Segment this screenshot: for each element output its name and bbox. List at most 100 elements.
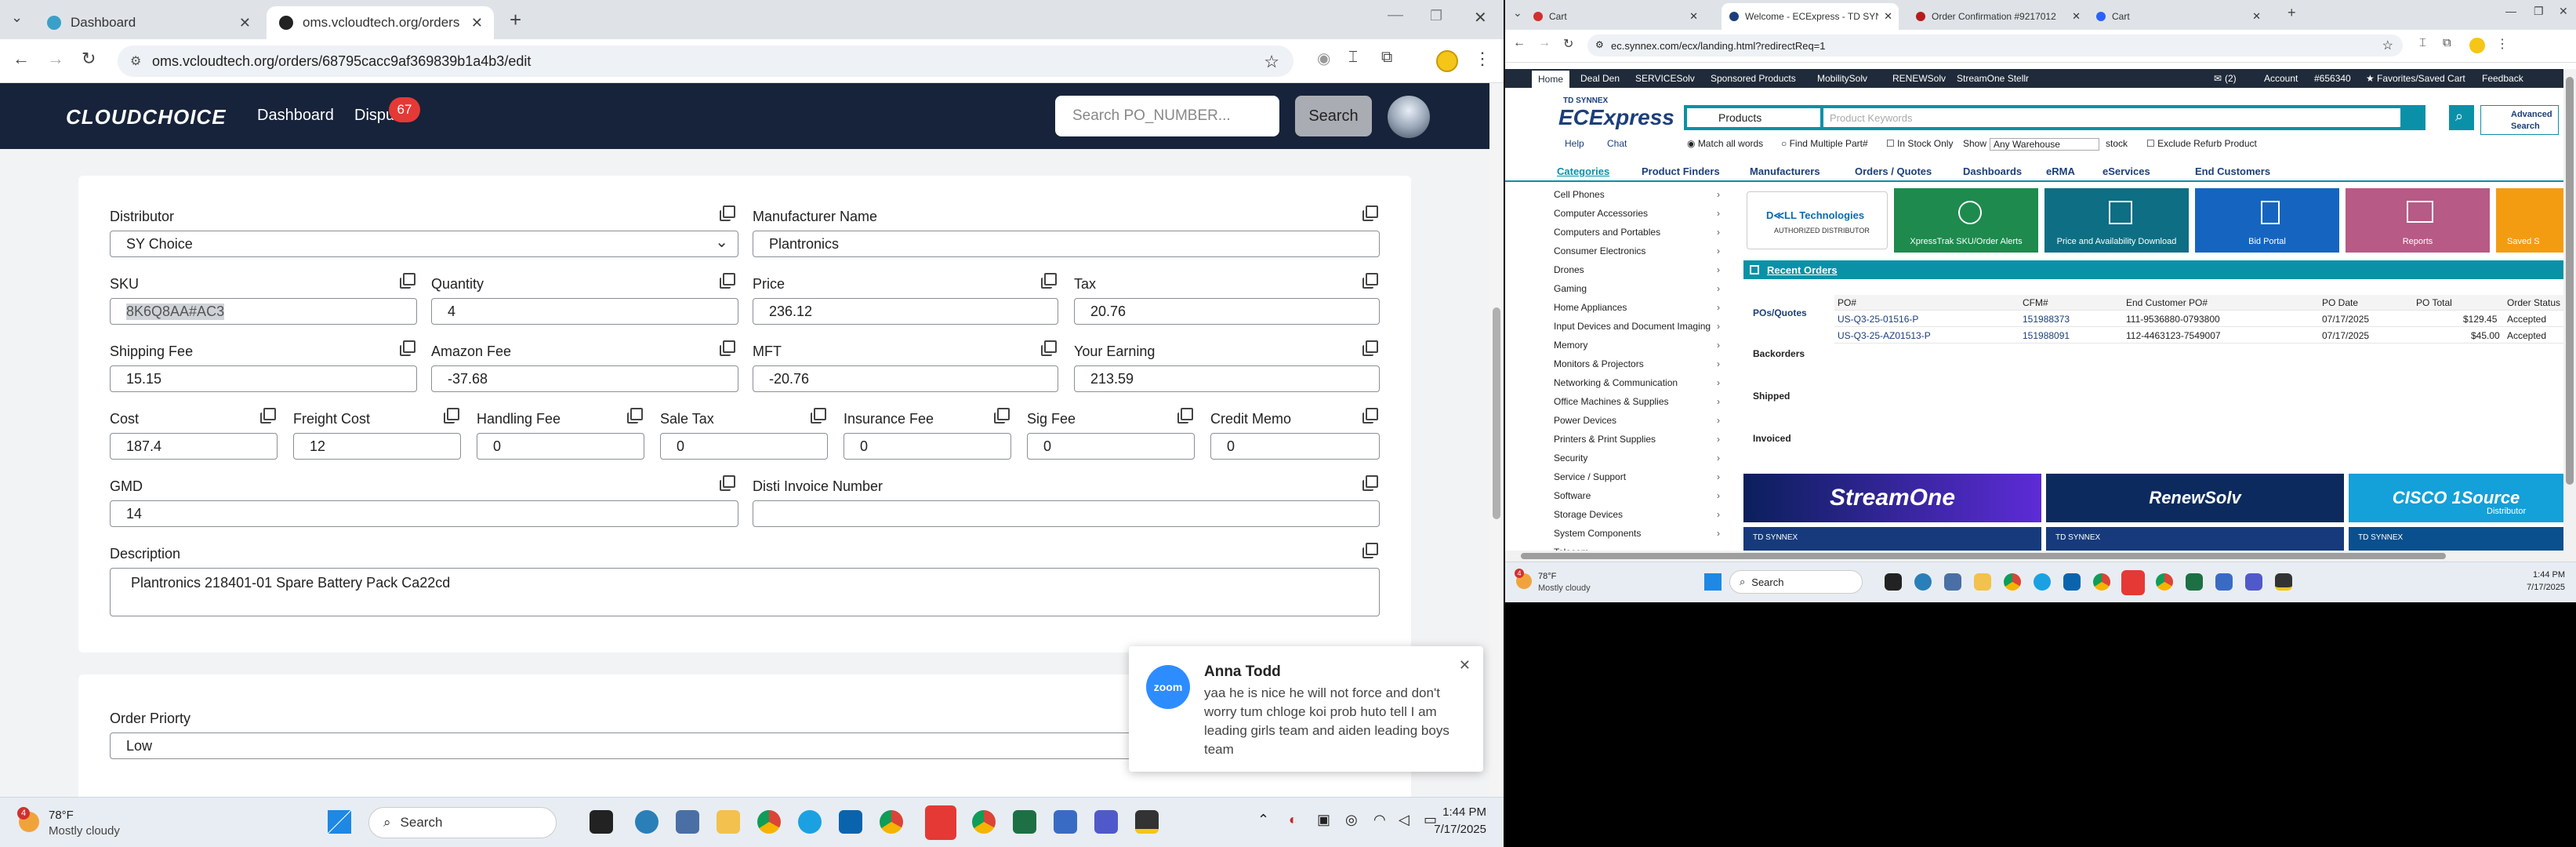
mft-field[interactable]: -20.76 (753, 365, 1058, 392)
advanced-search-button[interactable]: Advanced Search (2480, 105, 2559, 135)
category-item[interactable]: Computers and Portables (1554, 223, 1726, 242)
copy-icon[interactable] (720, 273, 735, 289)
user-avatar[interactable] (1388, 96, 1430, 138)
volume-icon[interactable]: ◁ (1399, 812, 1410, 828)
browser-menu-icon[interactable]: ⋮ (1474, 49, 1491, 69)
nav-eservices[interactable]: eServices (2103, 165, 2150, 177)
chrome-profile-icon[interactable] (880, 810, 903, 834)
clock-time[interactable]: 1:44 PM (2518, 570, 2565, 580)
chrome-icon[interactable] (757, 810, 781, 834)
tab-shipped[interactable]: Shipped (1753, 391, 1790, 402)
taskbar-search[interactable]: ⌕ Search (1729, 570, 1863, 594)
extension-icon[interactable]: ⌶ (1348, 49, 1358, 67)
back-icon[interactable]: ← (13, 49, 30, 69)
scrollbar-thumb[interactable] (2566, 77, 2574, 485)
category-item[interactable]: Software (1554, 486, 1726, 505)
renewsolv-banner[interactable]: RenewSolv (2046, 474, 2344, 522)
tab-invoiced[interactable]: Invoiced (1753, 433, 1791, 444)
edge-icon[interactable] (2034, 573, 2051, 591)
chrome-profile-icon[interactable] (2156, 573, 2173, 591)
manufacturer-field[interactable]: Plantronics (753, 231, 1380, 257)
copy-icon[interactable] (1362, 475, 1378, 491)
products-select[interactable]: Products (1687, 108, 1820, 127)
file-explorer-icon[interactable] (1974, 573, 1991, 591)
url-field[interactable]: ⚙ ec.synnex.com/ecx/landing.html?redirect… (1587, 35, 2403, 56)
freight-cost-field[interactable]: 12 (293, 433, 461, 460)
app-icon[interactable] (2275, 573, 2292, 591)
distributor-select[interactable]: SY Choice (110, 231, 738, 257)
copy-icon[interactable] (1362, 273, 1378, 289)
file-explorer-icon[interactable] (717, 810, 740, 834)
bookmark-star-icon[interactable]: ☆ (1264, 52, 1279, 72)
category-item[interactable]: Cell Phones (1554, 185, 1726, 204)
extensions-puzzle-icon[interactable]: ⧉ (1381, 49, 1392, 67)
price-field[interactable]: 236.12 (753, 298, 1058, 325)
excel-icon[interactable] (1013, 810, 1036, 834)
window-close-icon[interactable]: ✕ (2559, 5, 2568, 18)
your-earning-field[interactable]: 213.59 (1074, 365, 1380, 392)
dell-authorized-badge[interactable]: D≪LL Technologies AUTHORIZED DISTRIBUTOR (1747, 191, 1888, 249)
tax-field[interactable]: 20.76 (1074, 298, 1380, 325)
nav-manufacturers[interactable]: Manufacturers (1750, 165, 1820, 177)
window-close-icon[interactable]: ✕ (1474, 8, 1487, 27)
minimize-icon[interactable]: — (1388, 6, 1403, 24)
quantity-field[interactable]: 4 (431, 298, 738, 325)
copy-icon[interactable] (1362, 340, 1378, 356)
messages-count[interactable]: (2) (2225, 73, 2237, 84)
task-view-icon[interactable] (590, 810, 613, 834)
calculator-icon[interactable] (1944, 573, 1961, 591)
in-stock-checkbox[interactable]: ☐ In Stock Only (1886, 138, 1953, 149)
category-item[interactable]: Networking & Communication (1554, 373, 1726, 392)
copy-icon[interactable] (1041, 340, 1057, 356)
zoom-chat-notification[interactable]: zoom Anna Todd ✕ yaa he is nice he will … (1129, 646, 1483, 772)
category-item[interactable]: Home Appliances (1554, 298, 1726, 317)
copy-icon[interactable] (811, 408, 826, 424)
gmd-field[interactable]: 14 (110, 500, 738, 527)
cfm-link[interactable]: 151988373 (2023, 314, 2070, 325)
copy-icon[interactable] (994, 408, 1010, 424)
tab-dashboard[interactable]: Dashboard ✕ (34, 6, 262, 39)
tray-chevron-icon[interactable]: ⌃ (1257, 812, 1269, 828)
copy-icon[interactable] (1362, 205, 1378, 221)
nav-home[interactable]: Home (1532, 71, 1569, 88)
edge-icon[interactable] (798, 810, 822, 834)
copy-icon[interactable] (260, 408, 276, 424)
tray-app-icon[interactable]: ◎ (1345, 812, 1358, 828)
app-icon[interactable] (1914, 573, 1932, 591)
reload-icon[interactable]: ↻ (1563, 36, 1573, 52)
copy-icon[interactable] (400, 273, 415, 289)
nav-streamone-stellr[interactable]: StreamOne Stellr (1957, 73, 2029, 84)
category-item[interactable]: Gaming (1554, 279, 1726, 298)
amazon-fee-field[interactable]: -37.68 (431, 365, 738, 392)
windows-start-icon[interactable] (328, 810, 351, 834)
minimize-icon[interactable]: — (2505, 5, 2516, 17)
category-item[interactable]: System Components (1554, 524, 1726, 543)
category-item[interactable]: Computer Accessories (1554, 204, 1726, 223)
nav-product-finders[interactable]: Product Finders (1642, 165, 1720, 177)
close-tab-icon[interactable]: ✕ (471, 15, 483, 31)
close-tab-icon[interactable]: ✕ (1884, 10, 1892, 23)
shipping-fee-field[interactable]: 15.15 (110, 365, 417, 392)
forward-icon[interactable]: → (1538, 36, 1551, 50)
teams-icon[interactable] (2245, 573, 2262, 591)
task-view-icon[interactable] (1885, 573, 1902, 591)
outlook-icon[interactable] (839, 810, 862, 834)
sig-fee-field[interactable]: 0 (1027, 433, 1195, 460)
tab-cart[interactable]: Cart ✕ (1526, 3, 1704, 30)
sale-tax-field[interactable]: 0 (660, 433, 828, 460)
tray-app-icon[interactable]: ◐ (1289, 812, 1297, 828)
app-icon[interactable] (1135, 810, 1159, 834)
clock-date[interactable]: 7/17/2025 (2510, 583, 2565, 592)
excel-icon[interactable] (2186, 573, 2203, 591)
match-all-radio[interactable]: ◉ Match all words (1687, 138, 1763, 149)
active-app-icon[interactable] (925, 805, 956, 840)
chat-link[interactable]: Chat (1607, 138, 1627, 149)
credit-memo-field[interactable]: 0 (1210, 433, 1380, 460)
forward-icon[interactable]: → (47, 49, 64, 69)
extensions-puzzle-icon[interactable]: ⧉ (2443, 36, 2451, 49)
insurance-fee-field[interactable]: 0 (844, 433, 1011, 460)
copy-icon[interactable] (1041, 273, 1057, 289)
new-tab-icon[interactable]: + (510, 8, 521, 32)
chrome-profile-icon[interactable] (2093, 573, 2110, 591)
exclude-refurb-checkbox[interactable]: ☐ Exclude Refurb Product (2146, 138, 2257, 149)
